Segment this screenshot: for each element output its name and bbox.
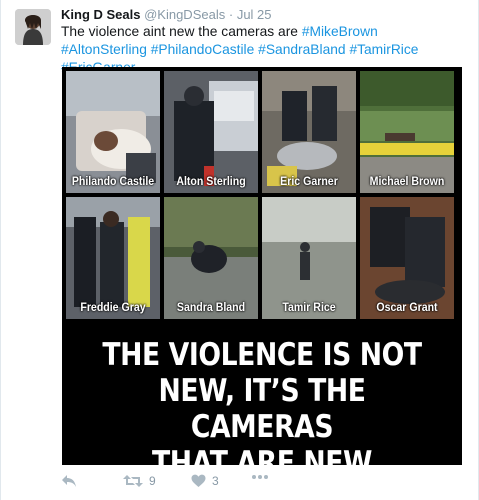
heart-icon xyxy=(191,474,206,487)
media-tile: Freddie Gray xyxy=(66,197,160,319)
media-headline-line: NEW, IT’S THE CAMERAS xyxy=(158,373,366,445)
author-handle[interactable]: @KingDSeals xyxy=(144,7,225,22)
avatar-image xyxy=(15,9,51,45)
media-tile-caption: Tamir Rice xyxy=(282,302,336,314)
hashtag-link[interactable]: #SandraBland xyxy=(258,42,345,57)
media-tile-caption: Alton Sterling xyxy=(176,176,246,188)
hashtag-link[interactable]: #MikeBrown xyxy=(302,24,378,39)
tweet-actions: 9 3 xyxy=(61,474,361,492)
tweet-card: King D Seals @KingDSeals · Jul 25 The vi… xyxy=(0,0,479,500)
retweet-icon xyxy=(123,475,143,487)
more-button[interactable] xyxy=(251,474,269,480)
media-tile: Sandra Bland xyxy=(164,197,258,319)
media-photo xyxy=(66,197,160,319)
avatar[interactable] xyxy=(15,9,51,45)
reply-button[interactable] xyxy=(61,474,77,488)
media-tile: Tamir Rice xyxy=(262,197,356,319)
media-headline: THE VIOLENCE IS NOT NEW, IT’S THE CAMERA… xyxy=(62,337,462,465)
hashtag-link[interactable]: #TamirRice xyxy=(349,42,418,57)
like-button[interactable]: 3 xyxy=(191,474,219,488)
retweet-count: 9 xyxy=(149,474,156,488)
media-photo xyxy=(360,197,454,319)
media-tile-caption: Freddie Gray xyxy=(80,302,146,314)
like-count: 3 xyxy=(212,474,219,488)
media-photo xyxy=(262,197,356,319)
media-photo xyxy=(262,71,356,193)
header-separator: · xyxy=(228,7,234,22)
media-tile: Oscar Grant xyxy=(360,197,454,319)
author-name[interactable]: King D Seals xyxy=(61,7,140,22)
hashtag-link[interactable]: #PhilandoCastile xyxy=(151,42,255,57)
media-headline-line: THE VIOLENCE IS NOT xyxy=(102,337,422,373)
tweet-timestamp[interactable]: Jul 25 xyxy=(237,7,272,22)
tweet-text-plain: The violence aint new the cameras are xyxy=(61,24,298,39)
reply-icon xyxy=(62,475,76,487)
media-tile: Philando Castile xyxy=(66,71,160,193)
media-photo xyxy=(66,71,160,193)
hashtag-link[interactable]: #AltonSterling xyxy=(61,42,147,57)
tweet-media-image[interactable]: Philando Castile Alton Sterling Eric Gar… xyxy=(62,67,462,465)
media-tile: Alton Sterling xyxy=(164,71,258,193)
media-tile: Michael Brown xyxy=(360,71,454,193)
media-headline-line: THAT ARE NEW xyxy=(152,445,372,465)
media-tile: Eric Garner xyxy=(262,71,356,193)
media-tile-caption: Michael Brown xyxy=(369,176,445,188)
media-tile-caption: Oscar Grant xyxy=(376,302,438,314)
media-photo xyxy=(164,71,258,193)
media-photo xyxy=(164,197,258,319)
media-tile-caption: Sandra Bland xyxy=(176,302,246,314)
tweet-header: King D Seals @KingDSeals · Jul 25 xyxy=(61,7,272,23)
media-photo xyxy=(360,71,454,193)
retweet-button[interactable]: 9 xyxy=(123,474,156,488)
media-tile-caption: Philando Castile xyxy=(71,176,155,188)
media-tile-caption: Eric Garner xyxy=(280,176,338,188)
more-icon xyxy=(252,475,268,479)
